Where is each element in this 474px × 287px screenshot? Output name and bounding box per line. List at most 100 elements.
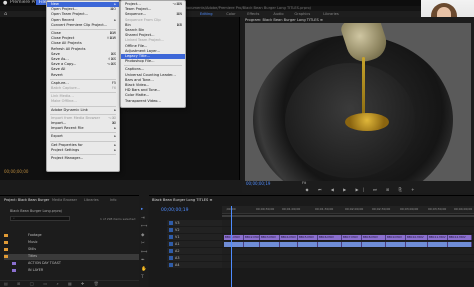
clip[interactable] bbox=[362, 241, 386, 247]
clip[interactable] bbox=[318, 241, 342, 247]
new-item-photoshop-file[interactable]: Photoshop File... bbox=[121, 59, 185, 64]
clip[interactable] bbox=[386, 241, 406, 247]
tab-project-black-bean-burger[interactable]: Project: Black Bean Burger bbox=[4, 198, 49, 202]
clip[interactable]: BBC9.MOV bbox=[386, 234, 406, 240]
razor-keyframe-icon[interactable]: ◆ bbox=[141, 233, 144, 238]
clip[interactable]: BBC12.MOV bbox=[448, 234, 472, 240]
hand-tool-icon[interactable]: ✋ bbox=[141, 267, 147, 272]
new-item-transparent-video[interactable]: Transparent Video... bbox=[121, 99, 185, 104]
menu-premiere-pro[interactable]: Premiere Pro bbox=[10, 0, 39, 5]
track-target-icon[interactable] bbox=[169, 249, 173, 253]
clip[interactable]: BBC7.MOV bbox=[342, 234, 362, 240]
clip[interactable] bbox=[244, 241, 260, 247]
track-select-icon[interactable]: ⇥ bbox=[141, 216, 145, 221]
clip[interactable] bbox=[260, 241, 280, 247]
bin-item[interactable]: Footage bbox=[4, 233, 139, 239]
pen-tool-icon[interactable]: ✒ bbox=[141, 258, 145, 263]
track-header[interactable]: A1 bbox=[167, 241, 222, 247]
project-search-input[interactable]: ⌕ bbox=[10, 216, 70, 221]
bin-item[interactable]: ACTION DAY TOAST bbox=[4, 261, 139, 267]
tab-media-browser[interactable]: Media Browser bbox=[52, 198, 77, 202]
track-target-icon[interactable] bbox=[169, 263, 173, 267]
timeline-timecode[interactable]: 00;00;00;19 bbox=[161, 208, 188, 213]
workspace-tab-color[interactable]: Color bbox=[226, 12, 235, 16]
tab-libraries[interactable]: Libraries bbox=[84, 198, 99, 202]
file-menu-item-export[interactable]: Export ▸ bbox=[47, 134, 119, 139]
file-menu-item-batch-capture: Batch Capture... F6 bbox=[47, 86, 119, 91]
file-menu-item-project-manager[interactable]: Project Manager... bbox=[47, 156, 119, 161]
work-area-bar[interactable] bbox=[222, 215, 474, 217]
bin-item[interactable]: Titles bbox=[4, 254, 139, 260]
track-target-icon[interactable] bbox=[169, 221, 173, 225]
track-lane[interactable]: BBC1.MOV BBC2.MOV BBC3.MOV BBC4.MOV BBC5.MOV… bbox=[222, 234, 474, 240]
bin-item[interactable]: IN LAYER bbox=[4, 268, 139, 274]
bin-item[interactable]: Stills bbox=[4, 247, 139, 253]
chevron-right-icon: ▸ bbox=[114, 107, 116, 112]
track-lane[interactable] bbox=[222, 262, 474, 268]
workspace-tab-libraries[interactable]: Libraries bbox=[323, 12, 339, 16]
clip[interactable]: BBC1.MOV bbox=[224, 234, 244, 240]
new-item-label: Sequence... bbox=[125, 12, 147, 17]
slip-tool-icon[interactable]: ⟺ bbox=[141, 250, 147, 255]
program-timecode[interactable]: 00;00;00;19 bbox=[246, 181, 270, 186]
track-lane[interactable] bbox=[222, 241, 474, 247]
new-item-label: Adjustment Layer... bbox=[125, 48, 160, 53]
bin-folder-icon bbox=[12, 262, 16, 265]
selection-tool-icon[interactable]: ▸ bbox=[141, 207, 143, 212]
clip[interactable]: BBC5.MOV bbox=[298, 234, 318, 240]
clip[interactable]: BBC6.MOV bbox=[318, 234, 342, 240]
track-header[interactable]: A2 bbox=[167, 248, 222, 254]
clip[interactable] bbox=[342, 241, 362, 247]
track-target-icon[interactable] bbox=[169, 256, 173, 260]
program-monitor-tab[interactable]: Program: Black Bean Burger Long TITLES ≡ bbox=[245, 18, 323, 22]
clip[interactable] bbox=[280, 241, 298, 247]
clip[interactable] bbox=[428, 241, 448, 247]
bin-item[interactable]: Music bbox=[4, 240, 139, 246]
playhead[interactable] bbox=[231, 206, 232, 287]
razor-tool-icon[interactable]: ✂ bbox=[141, 241, 145, 246]
type-tool-icon[interactable]: T bbox=[141, 275, 144, 280]
project-footer-tools[interactable]: ▤ ⊞ ◯ ▭ ⌕ ▦ ✚ 🗑 bbox=[0, 280, 139, 287]
playback-controls[interactable]: ◆ ⏮ ◀ ▶ ▶| ⏭ ⊞ ⎘ + bbox=[272, 187, 452, 193]
track-target-icon[interactable] bbox=[169, 235, 173, 239]
track-a1: A1 bbox=[149, 241, 474, 247]
time-ruler[interactable]: ;00;0000;00;30;0000;01;00;0000;01;30;000… bbox=[222, 206, 474, 214]
menu-separator bbox=[50, 78, 116, 80]
clip[interactable] bbox=[298, 241, 318, 247]
file-menu-item-import-recent-file[interactable]: Import Recent File ▸ bbox=[47, 126, 119, 131]
track-header[interactable]: A3 bbox=[167, 255, 222, 261]
clip[interactable] bbox=[224, 241, 244, 247]
zoom-select[interactable]: Fit bbox=[302, 181, 306, 185]
clip[interactable] bbox=[406, 241, 428, 247]
track-lane[interactable] bbox=[222, 227, 474, 233]
workspace-tab-editing[interactable]: Editing bbox=[200, 12, 213, 16]
track-target-icon[interactable] bbox=[169, 242, 173, 246]
clip[interactable] bbox=[448, 241, 472, 247]
tab-info[interactable]: Info bbox=[110, 198, 116, 202]
clip[interactable]: BBC2.MOV bbox=[244, 234, 260, 240]
track-lane[interactable] bbox=[222, 220, 474, 226]
workspace-tab-effects[interactable]: Effects bbox=[247, 12, 259, 16]
sequence-tab[interactable]: Black Bean Burger Long TITLES ≡ bbox=[152, 198, 212, 202]
clip[interactable]: BBC4.MOV bbox=[280, 234, 298, 240]
file-menu-item-revert[interactable]: Revert bbox=[47, 73, 119, 78]
file-menu-item-convert-premiere-clip-project[interactable]: Convert Premiere Clip Project... bbox=[47, 23, 119, 28]
track-lane[interactable] bbox=[222, 248, 474, 254]
chevron-right-icon: ▸ bbox=[114, 147, 116, 152]
ripple-edit-icon[interactable]: ⟷ bbox=[141, 224, 147, 229]
track-header[interactable]: V1 bbox=[167, 234, 222, 240]
track-lane[interactable] bbox=[222, 255, 474, 261]
new-item-label: Project... bbox=[125, 2, 141, 6]
track-target-icon[interactable] bbox=[169, 228, 173, 232]
track-header[interactable]: A4 bbox=[167, 262, 222, 268]
clip[interactable]: BBC8.MOV bbox=[362, 234, 386, 240]
clip[interactable]: BBC3.MOV bbox=[260, 234, 280, 240]
clip[interactable]: BBC10.MOV bbox=[406, 234, 428, 240]
workspace-tab-audio[interactable]: Audio bbox=[273, 12, 283, 16]
clip[interactable]: BBC11.MOV bbox=[428, 234, 448, 240]
file-menu-item-adobe-dynamic-link[interactable]: Adobe Dynamic Link ▸ bbox=[47, 108, 119, 113]
track-header[interactable]: V3 bbox=[167, 220, 222, 226]
track-header[interactable]: V2 bbox=[167, 227, 222, 233]
file-menu-item-project-settings[interactable]: Project Settings ▸ bbox=[47, 148, 119, 153]
workspace-tab-graphics[interactable]: Graphics bbox=[294, 12, 310, 16]
